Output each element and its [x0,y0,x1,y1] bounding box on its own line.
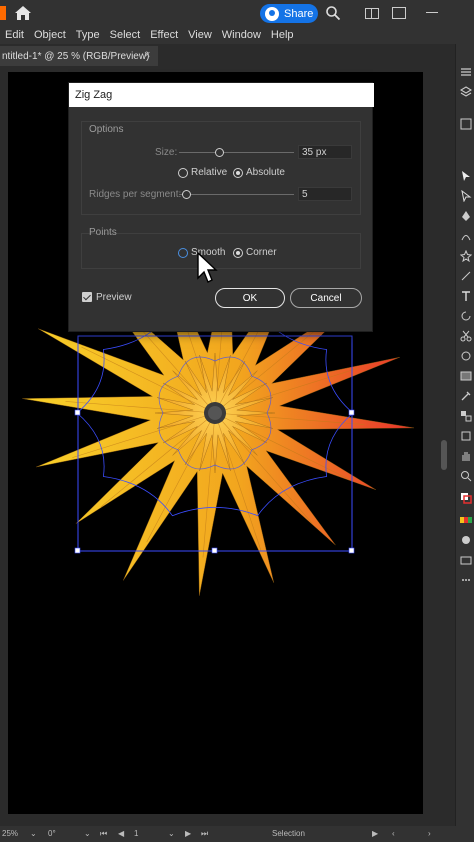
last-artboard-icon[interactable]: ⏭ [201,829,208,839]
screen-mode-icon[interactable] [460,554,472,566]
gradient-tool-icon[interactable] [460,370,472,382]
rotation-value[interactable]: 0° [48,829,56,838]
curvature-tool-icon[interactable] [460,230,472,242]
preview-label[interactable]: Preview [96,292,132,303]
line-tool-icon[interactable] [460,270,472,282]
eyedropper-tool-icon[interactable] [460,390,472,402]
ridges-input[interactable]: 5 [298,187,352,201]
ridges-slider-track[interactable] [179,194,294,195]
zoom-dropdown-icon[interactable]: ⌄ [30,829,37,838]
fill-stroke-icon[interactable] [460,492,472,504]
size-label: Size: [155,147,178,158]
mouse-cursor-icon [197,252,218,283]
direct-selection-tool-icon[interactable] [460,190,472,202]
blend-tool-icon[interactable] [460,410,472,422]
size-slider-knob[interactable] [215,148,224,157]
pen-tool-icon[interactable] [460,210,472,222]
prev-artboard-icon[interactable]: ◀ [118,829,124,838]
selection-tool-icon[interactable] [460,170,472,182]
artboard-dropdown-icon[interactable]: ⌄ [168,829,175,838]
absolute-label[interactable]: Absolute [246,167,285,178]
status-scroll-left-icon[interactable]: ‹ [392,829,395,838]
tools-panel [455,44,474,842]
status-menu-icon[interactable]: ▶ [372,829,378,838]
smooth-radio[interactable] [178,248,188,258]
preview-checkbox[interactable] [82,292,92,302]
libraries-icon[interactable] [460,118,472,130]
absolute-radio[interactable] [233,168,243,178]
current-tool-name: Selection [272,829,305,838]
next-artboard-icon[interactable]: ▶ [185,829,191,838]
status-scroll-right-icon[interactable]: › [428,829,431,838]
artboard-number[interactable]: 1 [134,829,138,838]
ridges-label: Ridges per segment: [89,189,182,200]
zoom-tool-icon[interactable] [460,470,472,482]
status-bar: 25% ⌄ 0° ⌄ ⏮ ◀ 1 ⌄ ▶ ⏭ Selection ▶ ‹ › [0,826,474,842]
star-tool-icon[interactable] [460,250,472,262]
more-tools-icon[interactable] [460,574,472,586]
zigzag-dialog: Zig Zag Options Size: 35 px Relative Abs… [68,82,374,332]
hand-tool-icon[interactable] [460,450,472,462]
dialog-title[interactable]: Zig Zag [69,83,374,107]
shape-builder-icon[interactable] [460,350,472,362]
properties-icon[interactable] [460,66,472,78]
relative-radio[interactable] [178,168,188,178]
ok-button[interactable]: OK [215,288,285,308]
first-artboard-icon[interactable]: ⏮ [100,829,107,839]
draw-mode-icon[interactable] [460,534,472,546]
relative-label[interactable]: Relative [191,167,227,178]
corner-label[interactable]: Corner [246,247,277,258]
scrollbar-thumb[interactable] [441,440,447,470]
zoom-level[interactable]: 25% [2,829,18,838]
rotation-dropdown-icon[interactable]: ⌄ [84,829,91,838]
size-input[interactable]: 35 px [298,145,352,159]
artboard-tool-icon[interactable] [460,430,472,442]
scissors-tool-icon[interactable] [460,330,472,342]
cancel-button[interactable]: Cancel [290,288,362,308]
rotate-tool-icon[interactable] [460,310,472,322]
layers-icon[interactable] [460,86,472,98]
options-group-title: Options [89,124,124,135]
color-mode-icon[interactable] [460,514,472,526]
points-group-title: Points [89,227,117,238]
corner-radio[interactable] [233,248,243,258]
ridges-slider-knob[interactable] [182,190,191,199]
size-slider-track[interactable] [179,152,294,153]
type-tool-icon[interactable] [460,290,472,302]
